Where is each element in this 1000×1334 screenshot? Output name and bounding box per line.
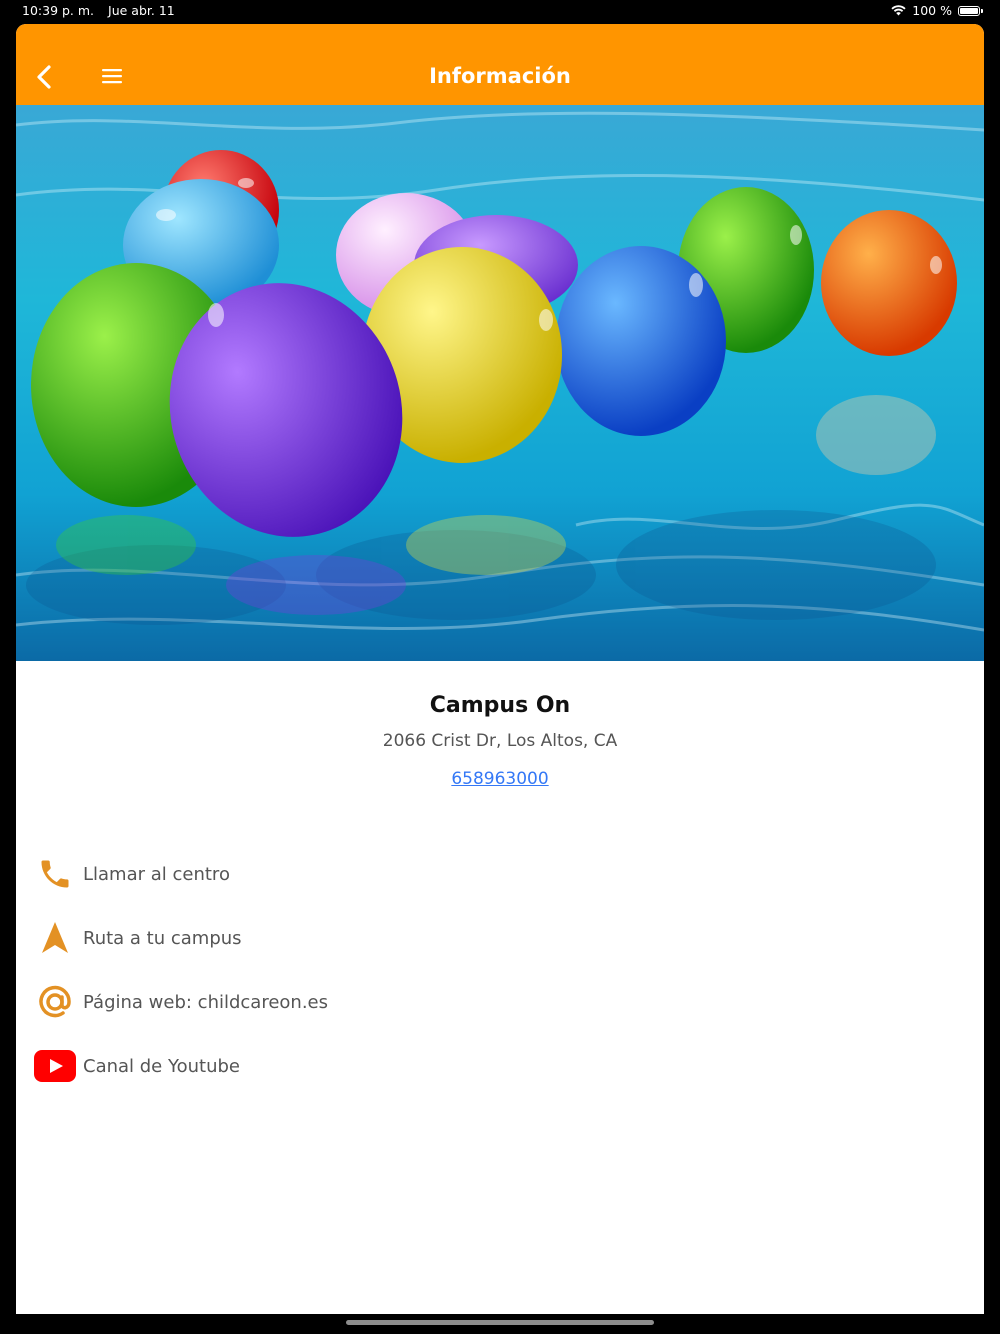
youtube-label: Canal de Youtube — [83, 1055, 240, 1077]
status-indicators: 100 % — [891, 3, 983, 18]
home-indicator[interactable] — [346, 1320, 654, 1325]
status-time: 10:39 p. m. — [22, 3, 95, 18]
website-row[interactable]: Página web: childcareon.es — [16, 970, 984, 1034]
status-bar: 10:39 p. m. Jue abr. 11 100 % — [0, 0, 1000, 22]
route-row[interactable]: Ruta a tu campus — [16, 906, 984, 970]
call-center-row[interactable]: Llamar al centro — [16, 842, 984, 906]
at-sign-icon — [34, 981, 76, 1023]
wifi-icon — [891, 5, 906, 16]
website-label: Página web: childcareon.es — [83, 991, 329, 1013]
status-time-date: 10:39 p. m. Jue abr. 11 — [22, 3, 185, 18]
battery-percent: 100 % — [912, 3, 952, 18]
nav-bar: Información — [16, 24, 984, 105]
campus-name: Campus On — [429, 693, 571, 718]
campus-address: 2066 Crist Dr, Los Altos, CA — [382, 731, 618, 751]
page-title: Información — [429, 64, 571, 88]
status-date: Jue abr. 11 — [108, 3, 175, 18]
navigation-arrow-icon — [34, 917, 76, 959]
phone-link[interactable]: 658963000 — [451, 767, 548, 791]
hero-image — [16, 105, 984, 661]
action-list: Llamar al centro Ruta a tu campus Página… — [16, 842, 984, 1098]
youtube-icon — [34, 1045, 76, 1087]
battery-icon — [958, 5, 983, 16]
route-label: Ruta a tu campus — [83, 927, 242, 949]
campus-info: Campus On 2066 Crist Dr, Los Altos, CA 6… — [16, 691, 984, 791]
call-center-label: Llamar al centro — [83, 863, 230, 885]
phone-icon — [34, 853, 76, 895]
balloons-in-pool-image — [16, 111, 984, 632]
youtube-row[interactable]: Canal de Youtube — [16, 1034, 984, 1098]
app-screen: Información Campus On 2066 Crist Dr, Los… — [16, 24, 984, 1314]
